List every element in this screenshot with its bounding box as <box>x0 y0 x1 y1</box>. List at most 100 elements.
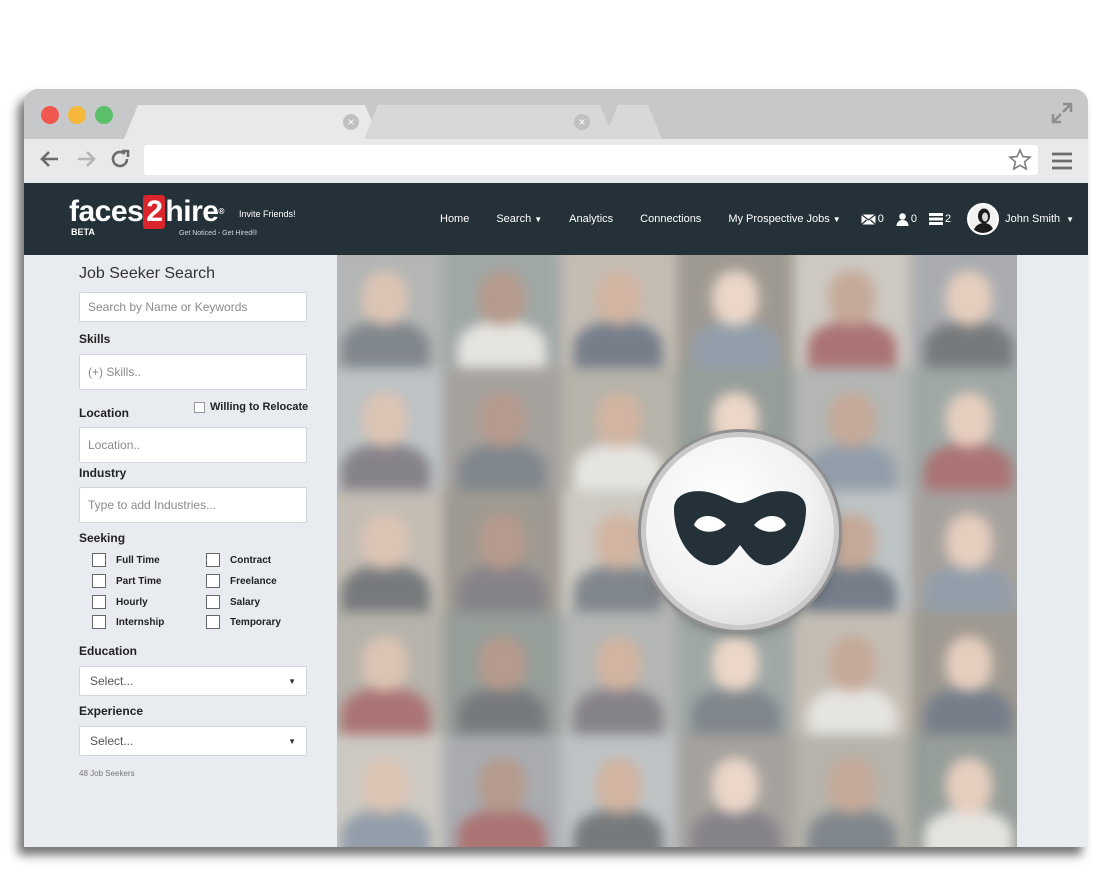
seeking-hourly[interactable]: Hourly <box>92 595 148 609</box>
connection-requests-count: 0 <box>910 213 917 225</box>
industry-input[interactable] <box>79 487 307 523</box>
checkbox-box[interactable] <box>92 574 106 588</box>
close-window-button[interactable] <box>41 106 59 124</box>
seeking-option-label: Contract <box>230 554 272 566</box>
seeking-option-label: Full Time <box>116 554 160 566</box>
seeking-option-label: Temporary <box>230 616 281 628</box>
site-navbar: faces 2 hire® BETA Invite Friends! Get Not… <box>24 183 1088 255</box>
seeking-option-label: Part Time <box>116 575 162 587</box>
jobs-counter[interactable]: 2 <box>928 213 952 225</box>
tab-close-icon[interactable]: × <box>574 114 590 130</box>
invite-friends-link[interactable]: Invite Friends! <box>239 209 296 219</box>
seeking-salary[interactable]: Salary <box>206 595 260 609</box>
skills-label: Skills <box>79 332 111 346</box>
nav-home[interactable]: Home <box>440 213 469 225</box>
nav-prospective-jobs[interactable]: My Prospective Jobs ▼ <box>728 213 840 225</box>
seeking-option-label: Freelance <box>230 575 277 587</box>
seeking-option-label: Internship <box>116 616 165 628</box>
expand-icon[interactable] <box>1050 101 1074 125</box>
reload-icon[interactable] <box>108 147 132 171</box>
industry-label: Industry <box>79 466 127 480</box>
address-bar[interactable] <box>144 145 1038 175</box>
sidebar-title: Job Seeker Search <box>79 265 216 282</box>
web-page: faces 2 hire® BETA Invite Friends! Get Not… <box>24 183 1088 847</box>
main-menu: Home Search ▼ Analytics Connections My Pr… <box>440 183 1074 255</box>
relocate-label: Willing to Relocate <box>210 401 309 413</box>
nav-connections[interactable]: Connections <box>640 213 701 225</box>
nav-analytics[interactable]: Analytics <box>569 213 613 225</box>
back-arrow-icon[interactable] <box>38 147 62 171</box>
user-avatar[interactable] <box>967 203 1000 235</box>
logo-text-two: 2 <box>143 195 166 229</box>
job-seeker-gallery <box>337 255 1017 847</box>
education-select[interactable]: Select... ▼ <box>79 666 307 696</box>
seeking-option-label: Salary <box>230 596 261 608</box>
caret-down-icon: ▼ <box>534 215 543 224</box>
seeking-option-label: Hourly <box>116 596 148 608</box>
seeking-freelance[interactable]: Freelance <box>206 574 277 588</box>
caret-down-icon: ▼ <box>1066 215 1075 224</box>
seeking-label: Seeking <box>79 531 126 545</box>
maximize-window-button[interactable] <box>95 106 113 124</box>
bookmark-star-icon[interactable] <box>1008 148 1032 172</box>
user-icon <box>896 212 909 226</box>
seeking-internship[interactable]: Internship <box>92 615 164 629</box>
minimize-window-button[interactable] <box>68 106 86 124</box>
address-input[interactable] <box>144 145 1014 175</box>
envelope-icon <box>860 213 876 225</box>
location-input[interactable] <box>79 427 307 463</box>
caret-down-icon: ▼ <box>832 215 841 224</box>
logo-text-faces: faces <box>69 195 144 228</box>
caret-down-icon: ▼ <box>288 676 296 686</box>
new-tab-button[interactable] <box>604 105 662 139</box>
checkbox-box[interactable] <box>194 401 205 413</box>
beta-label: BETA <box>71 227 95 237</box>
caret-down-icon: ▼ <box>288 736 296 746</box>
checkbox-box[interactable] <box>206 574 220 588</box>
jobs-count: 2 <box>944 213 952 225</box>
browser-tab[interactable]: × <box>364 105 614 139</box>
checkbox-box[interactable] <box>92 595 106 609</box>
checkbox-box[interactable] <box>206 553 220 567</box>
seeking-full-time[interactable]: Full Time <box>92 553 160 567</box>
seeking-contract[interactable]: Contract <box>206 553 271 567</box>
browser-window: × × faces 2 hire® BETA Invite Friends! G… <box>24 89 1088 847</box>
faces2hire-logo[interactable]: faces 2 hire® BETA Invite Friends! Get Not… <box>69 195 309 243</box>
checkbox-box[interactable] <box>206 615 220 629</box>
logo-registered-mark: ® <box>218 207 224 216</box>
user-name: John Smith <box>1005 213 1061 225</box>
skills-input[interactable] <box>79 354 307 390</box>
messages-count: 0 <box>877 213 884 225</box>
checkbox-box[interactable] <box>92 553 106 567</box>
logo-text-hire: hire <box>165 195 219 228</box>
user-menu[interactable]: John Smith ▼ <box>1005 213 1074 225</box>
experience-select[interactable]: Select... ▼ <box>79 726 307 756</box>
user-portrait-icon <box>969 205 998 233</box>
list-icon <box>928 213 943 225</box>
experience-label: Experience <box>79 704 144 718</box>
tab-bar: × × <box>24 89 1088 139</box>
nav-search[interactable]: Search ▼ <box>496 213 542 225</box>
messages-counter[interactable]: 0 <box>860 213 884 225</box>
browser-tab-active[interactable]: × <box>124 105 379 139</box>
relocate-checkbox[interactable]: Willing to Relocate <box>194 401 308 413</box>
keyword-search-input[interactable] <box>79 292 307 322</box>
search-sidebar: Job Seeker Search Skills Location Willin… <box>24 255 335 847</box>
nav-search-label: Search <box>496 213 532 225</box>
browser-toolbar <box>24 139 1088 183</box>
checkbox-box[interactable] <box>92 615 106 629</box>
anonymous-mask-icon <box>674 491 806 566</box>
connection-requests-counter[interactable]: 0 <box>896 212 917 226</box>
forward-arrow-icon[interactable] <box>74 147 98 171</box>
result-count: 48 Job Seekers <box>79 769 135 778</box>
seeking-temporary[interactable]: Temporary <box>206 615 281 629</box>
experience-select-value: Select... <box>90 734 134 748</box>
browser-menu-icon[interactable] <box>1050 149 1074 173</box>
education-select-value: Select... <box>90 674 134 688</box>
nav-prospective-jobs-label: My Prospective Jobs <box>728 213 830 225</box>
checkbox-box[interactable] <box>206 595 220 609</box>
anonymous-badge <box>646 437 834 625</box>
seeking-part-time[interactable]: Part Time <box>92 574 161 588</box>
tab-close-icon[interactable]: × <box>343 114 359 130</box>
education-label: Education <box>79 644 138 658</box>
